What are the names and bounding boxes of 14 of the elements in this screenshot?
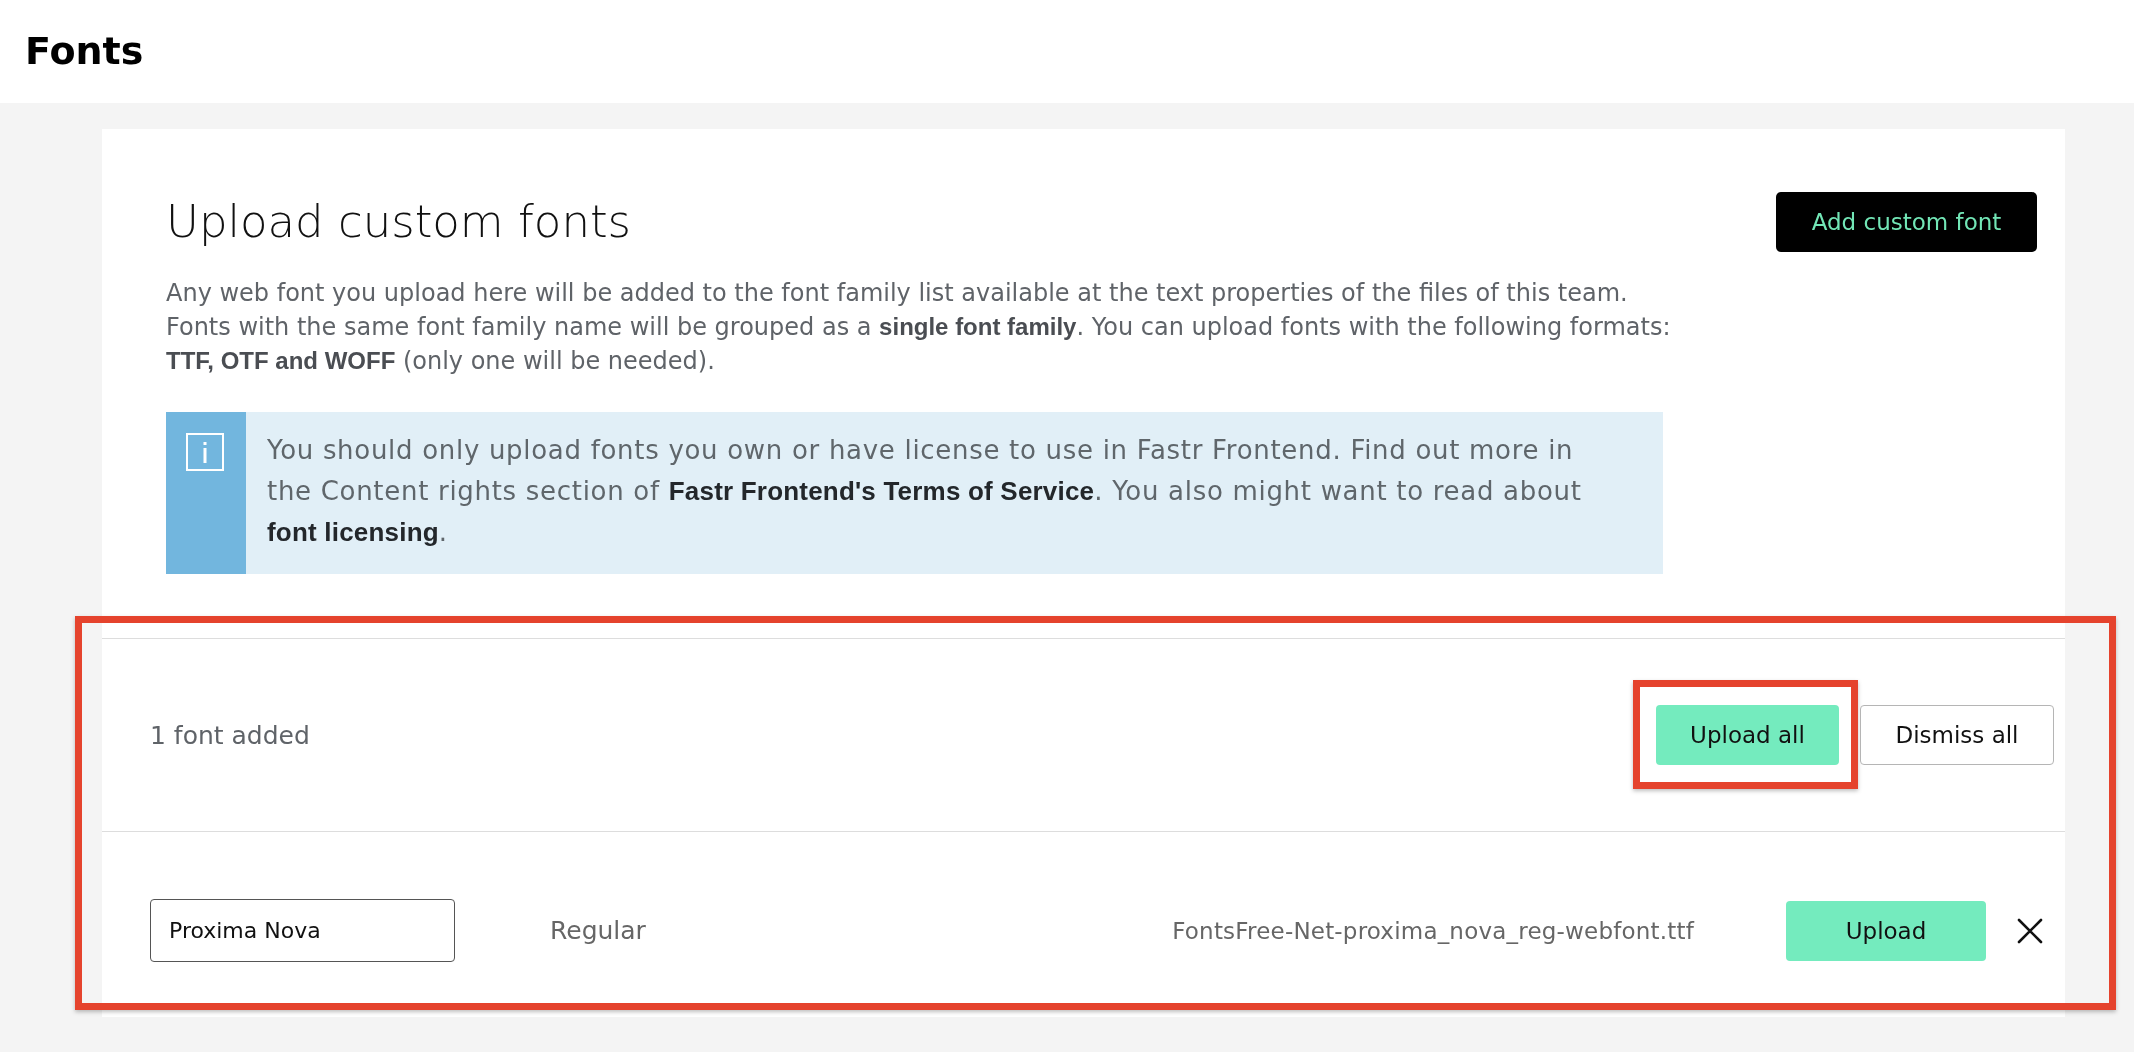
- info-icon: [186, 433, 224, 471]
- page-title: Fonts: [25, 28, 144, 75]
- font-file-name: FontsFree-Net-proxima_nova_reg-webfont.ttf: [1172, 917, 1694, 944]
- section-title: Upload custom fonts: [166, 194, 631, 250]
- upload-button[interactable]: Upload: [1786, 900, 1986, 961]
- close-icon[interactable]: [2017, 917, 2043, 944]
- upload-all-button[interactable]: Upload all: [1656, 705, 1839, 765]
- notice-text: You should only upload fonts you own or have license to use in Fastr Frontend. Find out more in the Content rights section of Fastr Frontend's Terms of Service. You also might want to read about font licensing.: [266, 434, 1583, 549]
- font-family-field[interactable]: Proxima Nova: [150, 899, 455, 962]
- font-style-label: Regular: [550, 916, 646, 945]
- dismiss-all-button[interactable]: Dismiss all: [1860, 705, 2054, 765]
- add-custom-font-button[interactable]: Add custom font: [1776, 192, 2037, 252]
- description-text: Any web font you upload here will be added to the font family list available at the text properties of the files of this team. Fonts with the same font family name will be grouped as a single font family. You can upload fonts with the following formats: TTF, OTF and WOFF (only one will be needed).: [166, 278, 1672, 377]
- fonts-added-count: 1 font added: [150, 720, 310, 750]
